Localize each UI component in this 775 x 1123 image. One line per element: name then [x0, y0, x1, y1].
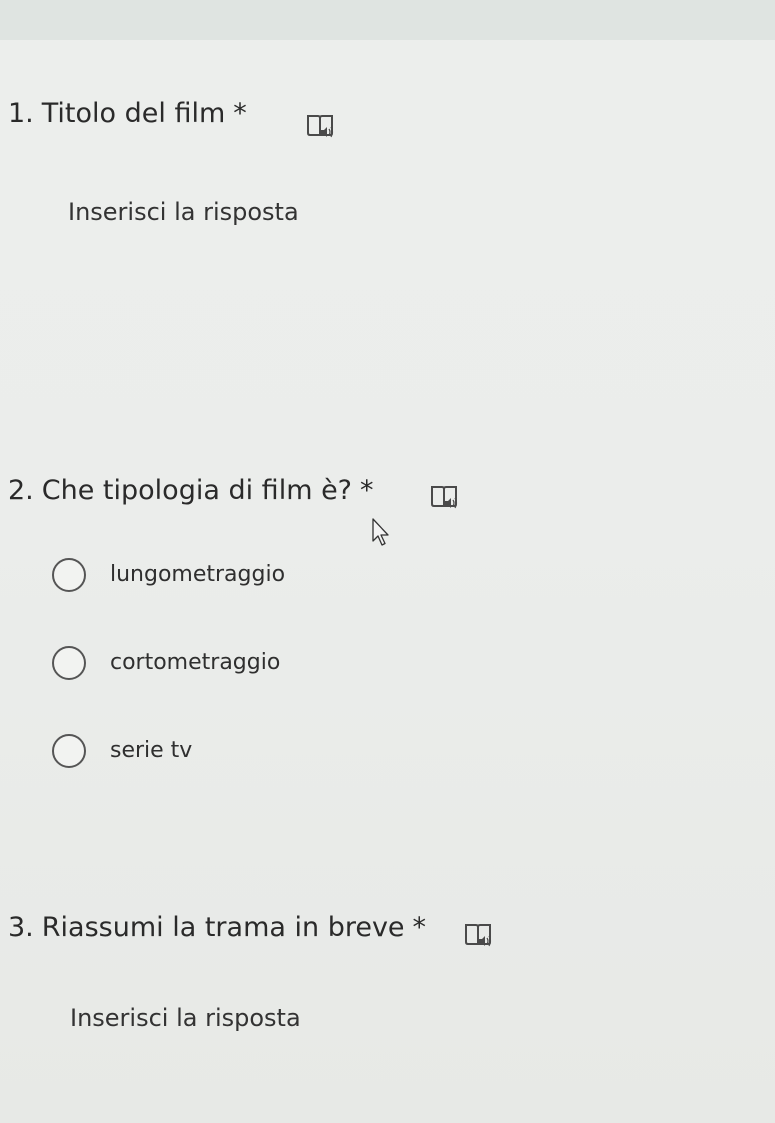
radio-button[interactable]	[52, 558, 86, 592]
radio-button[interactable]	[52, 646, 86, 680]
question-2-title: 2. Che tipologia di film è? *	[8, 475, 374, 507]
answer-input-3[interactable]: Inserisci la risposta	[70, 1003, 301, 1033]
question-1-title: 1. Titolo del film *	[8, 98, 247, 130]
immersive-reader-icon[interactable]	[430, 484, 460, 512]
question-number: 2.	[8, 475, 34, 506]
question-text: Che tipologia di film è?	[41, 475, 353, 506]
question-number: 1.	[8, 98, 34, 129]
form-body: 1. Titolo del film * Inserisci la risposta…	[0, 40, 775, 1123]
question-3-title: 3. Riassumi la trama in breve *	[8, 912, 426, 944]
required-asterisk: *	[412, 912, 427, 943]
answer-input-1[interactable]: Inserisci la risposta	[68, 197, 299, 227]
required-asterisk: *	[360, 475, 374, 506]
question-text: Riassumi la trama in breve	[41, 912, 405, 943]
question-number: 3.	[8, 912, 34, 943]
choice-option[interactable]: lungometraggio	[52, 555, 372, 595]
choice-option[interactable]: cortometraggio	[52, 643, 372, 683]
radio-button[interactable]	[52, 734, 86, 768]
required-asterisk: *	[233, 98, 247, 129]
top-bar	[0, 0, 775, 41]
choice-label: serie tv	[110, 738, 193, 763]
question-text: Titolo del film	[41, 98, 226, 129]
immersive-reader-icon[interactable]	[306, 113, 336, 141]
choice-option[interactable]: serie tv	[52, 731, 372, 771]
choice-label: cortometraggio	[110, 650, 281, 675]
choice-label: lungometraggio	[110, 562, 286, 587]
immersive-reader-icon[interactable]	[464, 922, 494, 950]
mouse-pointer-icon	[372, 518, 392, 548]
